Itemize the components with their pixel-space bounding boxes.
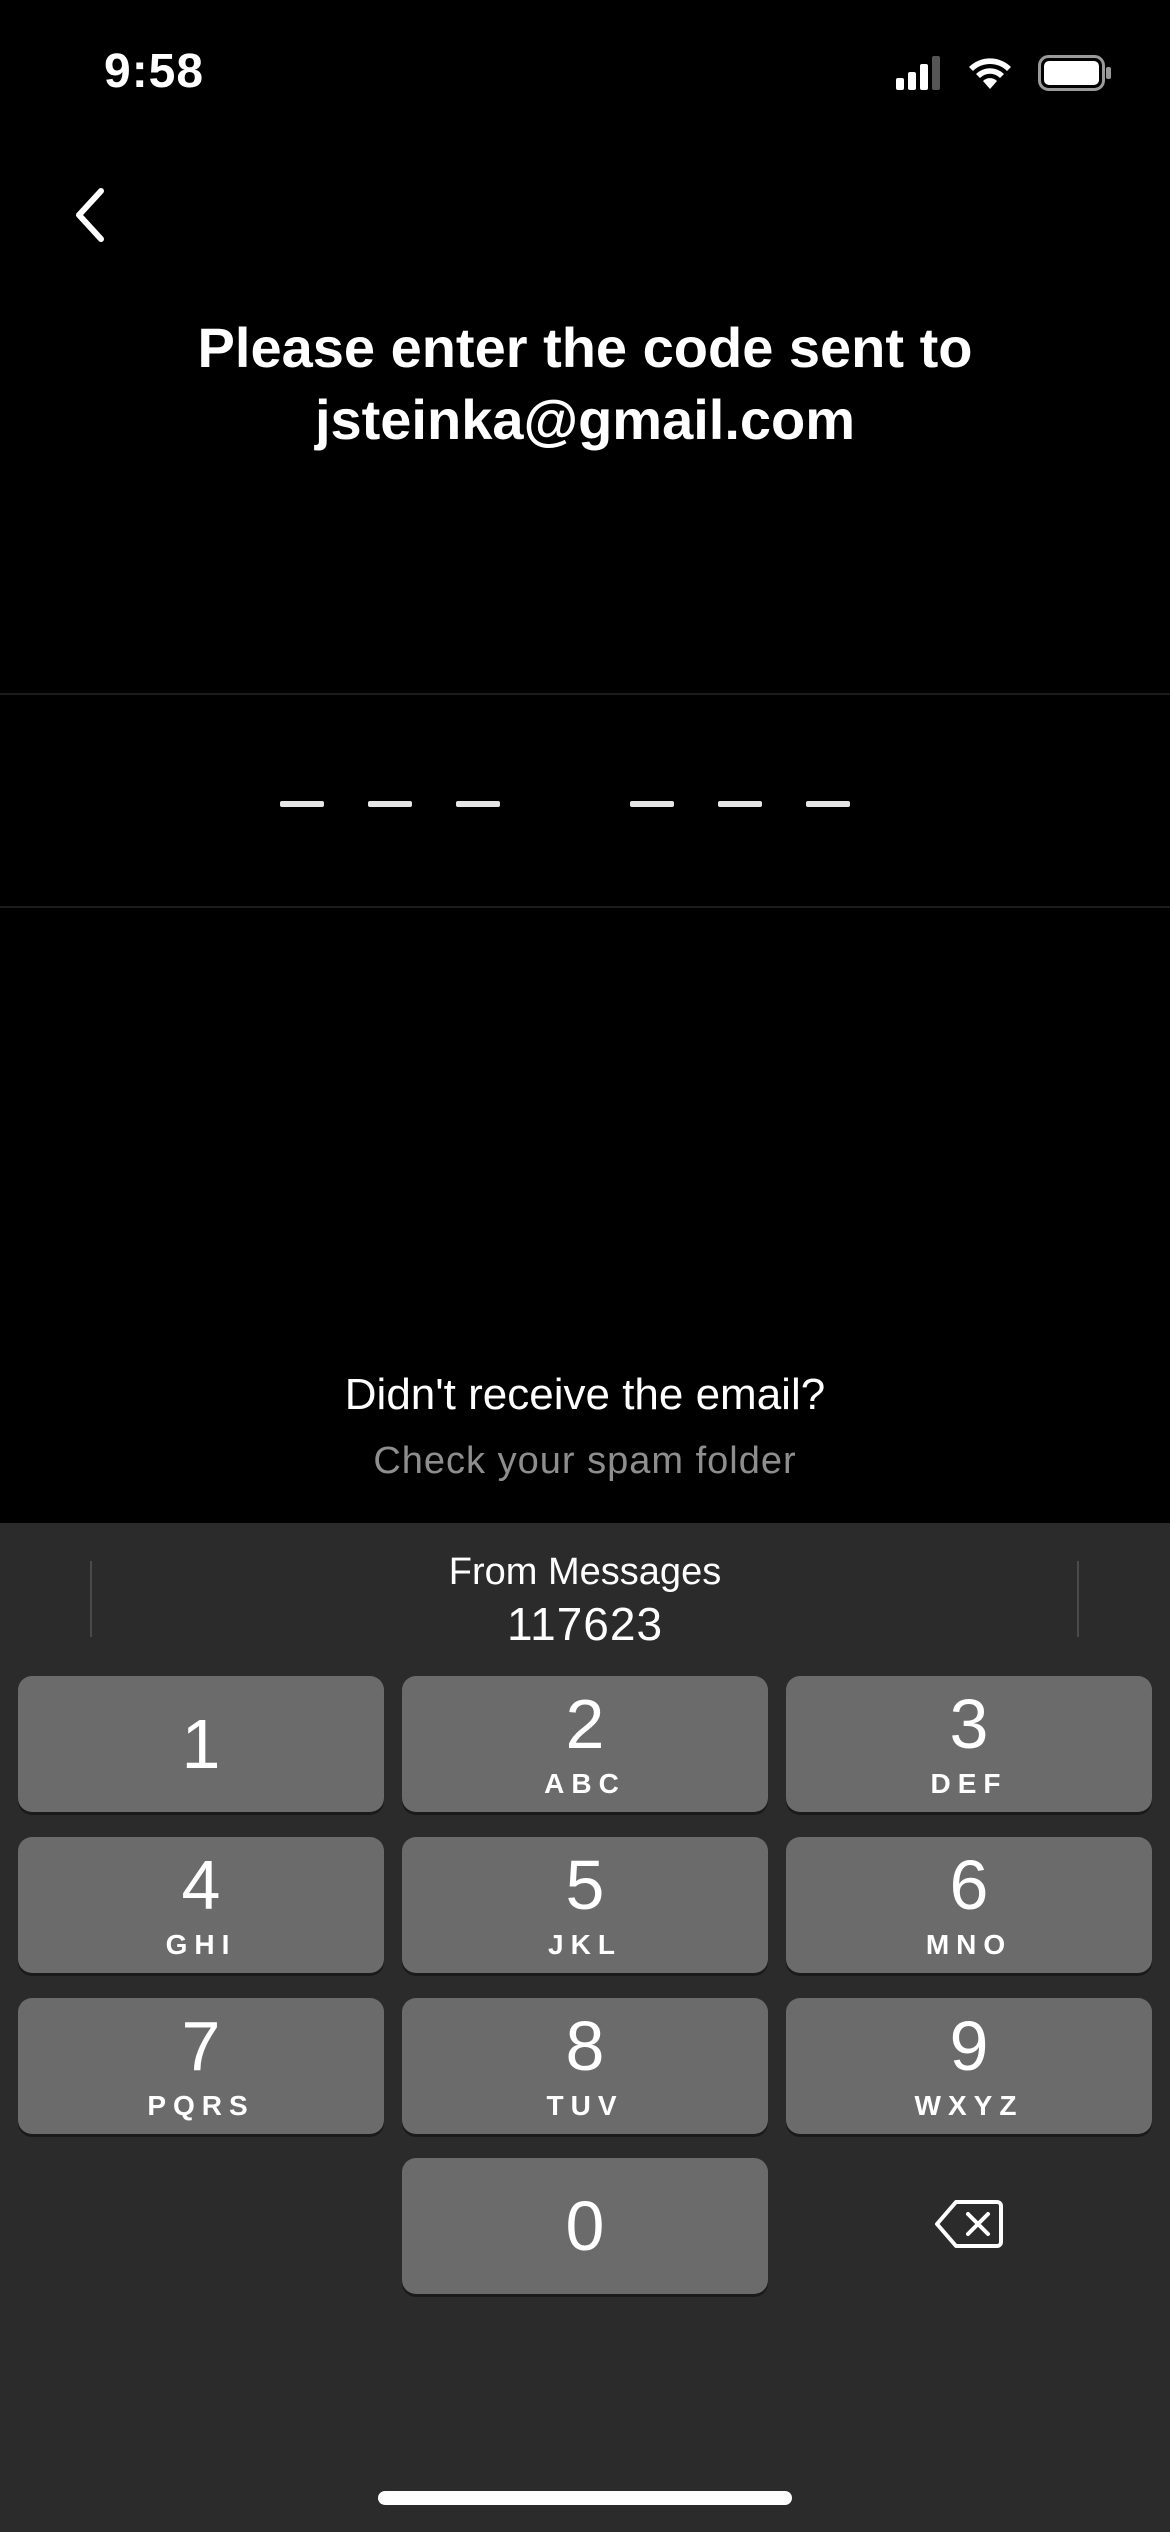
key-letters: JKL bbox=[548, 1929, 622, 1960]
title-email: jsteinka@gmail.com bbox=[314, 388, 856, 451]
key-3[interactable]: 3 DEF bbox=[786, 1676, 1152, 1812]
cellular-signal-icon bbox=[896, 55, 942, 95]
key-9[interactable]: 9 WXYZ bbox=[786, 1998, 1152, 2134]
home-indicator[interactable] bbox=[378, 2491, 792, 2505]
key-digit: 1 bbox=[181, 1705, 221, 1783]
key-letters: GHI bbox=[165, 1929, 237, 1960]
key-6[interactable]: 6 MNO bbox=[786, 1837, 1152, 1973]
backspace-icon bbox=[934, 2199, 1004, 2254]
code-slot bbox=[718, 801, 762, 807]
key-digit: 3 bbox=[949, 1685, 989, 1763]
key-7[interactable]: 7 PQRS bbox=[18, 1998, 384, 2134]
key-digit: 0 bbox=[565, 2187, 605, 2265]
key-digit: 7 bbox=[181, 2007, 221, 2085]
suggestion-code: 117623 bbox=[506, 1598, 664, 1650]
key-1[interactable]: 1 bbox=[18, 1676, 384, 1812]
status-time: 9:58 bbox=[104, 45, 205, 98]
key-letters: WXYZ bbox=[914, 2090, 1024, 2121]
autofill-suggestion[interactable]: From Messages 117623 bbox=[0, 1523, 1170, 1653]
key-digit: 5 bbox=[565, 1846, 605, 1924]
back-button[interactable] bbox=[44, 172, 134, 262]
code-slot bbox=[456, 801, 500, 807]
key-digit: 9 bbox=[949, 2007, 989, 2085]
resend-question: Didn't receive the email? bbox=[344, 1370, 826, 1419]
key-digit: 8 bbox=[565, 2007, 605, 2085]
key-digit: 6 bbox=[949, 1846, 989, 1924]
key-letters: ABC bbox=[544, 1768, 626, 1799]
suggestion-source: From Messages bbox=[448, 1551, 722, 1593]
status-bar: 9:58 bbox=[0, 0, 1170, 150]
key-4[interactable]: 4 GHI bbox=[18, 1837, 384, 1973]
key-5[interactable]: 5 JKL bbox=[402, 1837, 768, 1973]
key-2[interactable]: 2 ABC bbox=[402, 1676, 768, 1812]
title-line-1: Please enter the code sent to bbox=[197, 316, 973, 379]
code-slot bbox=[806, 801, 850, 807]
spam-folder-hint: Check your spam folder bbox=[373, 1440, 797, 1482]
key-letters: MNO bbox=[925, 1929, 1013, 1960]
chevron-left-icon bbox=[69, 185, 109, 250]
code-input[interactable] bbox=[0, 693, 1170, 908]
key-letters: PQRS bbox=[147, 2090, 255, 2121]
battery-icon bbox=[1038, 54, 1112, 96]
key-8[interactable]: 8 TUV bbox=[402, 1998, 768, 2134]
delete-key[interactable] bbox=[786, 2158, 1152, 2294]
key-0[interactable]: 0 bbox=[402, 2158, 768, 2294]
code-slot bbox=[630, 801, 674, 807]
code-slot bbox=[368, 801, 412, 807]
key-digit: 2 bbox=[565, 1685, 605, 1763]
key-letters: DEF bbox=[930, 1768, 1008, 1799]
status-icons bbox=[896, 50, 1112, 100]
wifi-icon bbox=[966, 55, 1014, 96]
page-title: Please enter the code sent to jsteinka@g… bbox=[0, 312, 1170, 456]
code-slot bbox=[280, 801, 324, 807]
key-digit: 4 bbox=[181, 1846, 221, 1924]
key-letters: TUV bbox=[546, 2090, 624, 2121]
